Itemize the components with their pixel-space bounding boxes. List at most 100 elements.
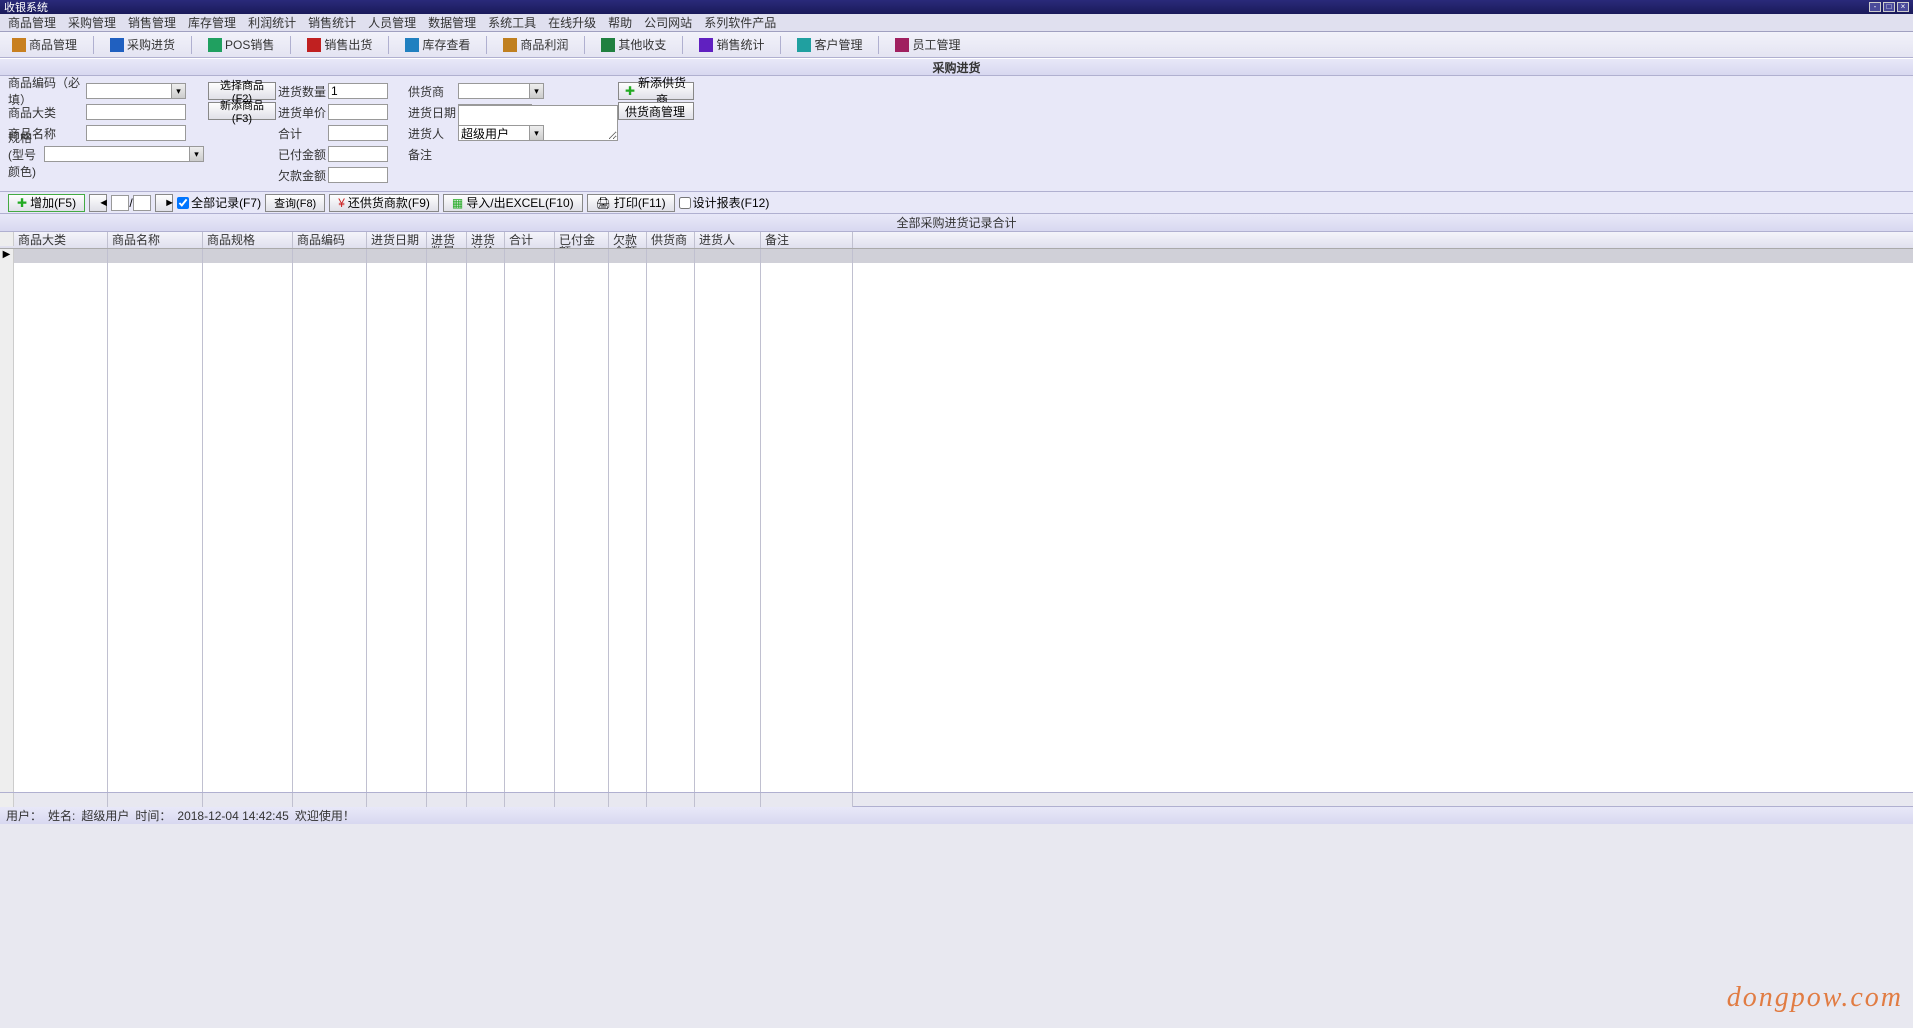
chk-all-records[interactable]: 全部记录(F7) bbox=[177, 194, 261, 211]
dropdown-icon[interactable]: ▾ bbox=[529, 126, 543, 140]
input-qty[interactable] bbox=[328, 83, 388, 99]
label-paid: 已付金额 bbox=[278, 146, 328, 163]
chk-design[interactable]: 设计报表(F12) bbox=[679, 194, 770, 211]
statusbar: 用户： 姓名: 超级用户 时间： 2018-12-04 14:42:45 欢迎使… bbox=[0, 806, 1913, 824]
btn-repay[interactable]: ¥还供货商款(F9) bbox=[329, 194, 439, 212]
col-header[interactable]: 商品编码 bbox=[293, 232, 367, 248]
col-header[interactable]: 进货数量 bbox=[427, 232, 467, 248]
tb-sale[interactable]: 销售出货 bbox=[301, 34, 378, 55]
titlebar: 收银系统 - □ × bbox=[0, 0, 1913, 14]
dropdown-icon[interactable]: ▾ bbox=[189, 147, 203, 161]
btn-supplier-mgr[interactable]: 供货商管理 bbox=[618, 102, 694, 120]
menu-item[interactable]: 商品管理 bbox=[2, 14, 62, 31]
input-spec[interactable] bbox=[44, 146, 204, 162]
label-total: 合计 bbox=[278, 125, 328, 142]
print-icon: 🖨 bbox=[596, 196, 611, 210]
col-header[interactable]: 进货人 bbox=[695, 232, 761, 248]
tb-customer[interactable]: 客户管理 bbox=[791, 34, 868, 55]
row-indicator-icon: ▶ bbox=[0, 249, 14, 263]
tb-stock[interactable]: 库存查看 bbox=[399, 34, 476, 55]
menu-item[interactable]: 销售管理 bbox=[122, 14, 182, 31]
tb-staff[interactable]: 员工管理 bbox=[889, 34, 966, 55]
btn-print[interactable]: 🖨打印(F11) bbox=[587, 194, 675, 212]
label-spec: 规格(型号颜色) bbox=[8, 129, 44, 180]
grid-body bbox=[0, 263, 1913, 792]
grid[interactable]: 商品大类 商品名称 商品规格 商品编码 进货日期 进货数量 进货单价 合计 已付… bbox=[0, 232, 1913, 792]
section-header-purchase: 采购进货 bbox=[0, 58, 1913, 76]
label-date: 进货日期 bbox=[408, 104, 458, 121]
input-price[interactable] bbox=[328, 104, 388, 120]
col-header[interactable]: 商品规格 bbox=[203, 232, 293, 248]
btn-nav-prev[interactable]: ◄ bbox=[89, 194, 107, 212]
tb-purchase[interactable]: 采购进货 bbox=[104, 34, 181, 55]
tb-product[interactable]: 商品管理 bbox=[6, 34, 83, 55]
menu-item[interactable]: 采购管理 bbox=[62, 14, 122, 31]
input-owe[interactable] bbox=[328, 167, 388, 183]
menu-item[interactable]: 帮助 bbox=[602, 14, 638, 31]
col-header[interactable]: 欠款金额 bbox=[609, 232, 647, 248]
other-icon bbox=[601, 38, 615, 52]
profit-icon bbox=[503, 38, 517, 52]
menu-item[interactable]: 利润统计 bbox=[242, 14, 302, 31]
menu-item[interactable]: 系统工具 bbox=[482, 14, 542, 31]
maximize-button[interactable]: □ bbox=[1883, 2, 1895, 12]
input-paid[interactable] bbox=[328, 146, 388, 162]
excel-icon: ▦ bbox=[452, 196, 463, 210]
tb-other[interactable]: 其他收支 bbox=[595, 34, 672, 55]
input-page[interactable] bbox=[111, 195, 129, 211]
input-name[interactable] bbox=[86, 125, 186, 141]
menu-item[interactable]: 公司网站 bbox=[638, 14, 698, 31]
btn-new-supplier[interactable]: ✚新添供货商 bbox=[618, 82, 694, 100]
label-cat: 商品大类 bbox=[8, 104, 86, 121]
col-header[interactable]: 商品名称 bbox=[108, 232, 203, 248]
menu-item[interactable]: 系列软件产品 bbox=[698, 14, 782, 31]
grid-header: 商品大类 商品名称 商品规格 商品编码 进货日期 进货数量 进货单价 合计 已付… bbox=[0, 232, 1913, 249]
btn-new-product[interactable]: 新添商品(F3) bbox=[208, 102, 276, 120]
menu-item[interactable]: 销售统计 bbox=[302, 14, 362, 31]
status-welcome: 欢迎使用！ bbox=[295, 807, 355, 824]
col-header[interactable]: 进货单价 bbox=[467, 232, 505, 248]
section-header-records: 全部采购进货记录合计 bbox=[0, 214, 1913, 232]
label-qty: 进货数量 bbox=[278, 83, 328, 100]
col-header[interactable]: 合计 bbox=[505, 232, 555, 248]
sale-icon bbox=[307, 38, 321, 52]
minimize-button[interactable]: - bbox=[1869, 2, 1881, 12]
col-header[interactable]: 已付金额 bbox=[555, 232, 609, 248]
menu-item[interactable]: 数据管理 bbox=[422, 14, 482, 31]
btn-add[interactable]: ✚增加(F5) bbox=[8, 194, 85, 212]
grid-current-row[interactable]: ▶ bbox=[0, 249, 1913, 263]
dropdown-icon[interactable]: ▾ bbox=[529, 84, 543, 98]
btn-query[interactable]: 查询(F8) bbox=[265, 194, 325, 212]
menu-item[interactable]: 在线升级 bbox=[542, 14, 602, 31]
col-header[interactable]: 备注 bbox=[761, 232, 853, 248]
btn-nav-next[interactable]: ► bbox=[155, 194, 173, 212]
menubar: 商品管理 采购管理 销售管理 库存管理 利润统计 销售统计 人员管理 数据管理 … bbox=[0, 14, 1913, 32]
label-supplier: 供货商 bbox=[408, 83, 458, 100]
input-cat[interactable] bbox=[86, 104, 186, 120]
col-header[interactable]: 供货商 bbox=[647, 232, 695, 248]
grid-sum-row bbox=[0, 792, 1913, 806]
label-owe: 欠款金额 bbox=[278, 167, 328, 184]
tb-stats[interactable]: 销售统计 bbox=[693, 34, 770, 55]
menu-item[interactable]: 人员管理 bbox=[362, 14, 422, 31]
col-header[interactable]: 商品大类 bbox=[14, 232, 108, 248]
status-time-value: 2018-12-04 14:42:45 bbox=[177, 809, 288, 823]
action-bar: ✚增加(F5) ◄ / ► 全部记录(F7) 查询(F8) ¥还供货商款(F9)… bbox=[0, 192, 1913, 214]
pos-icon bbox=[208, 38, 222, 52]
tb-profit[interactable]: 商品利润 bbox=[497, 34, 574, 55]
product-icon bbox=[12, 38, 26, 52]
form-panel: 商品编码（必填）▾ 商品大类 商品名称 规格(型号颜色)▾ 选择商品(F2) 新… bbox=[0, 76, 1913, 192]
status-name-value: 超级用户 bbox=[81, 807, 129, 824]
col-header[interactable]: 进货日期 bbox=[367, 232, 427, 248]
btn-excel[interactable]: ▦导入/出EXCEL(F10) bbox=[443, 194, 583, 212]
input-total[interactable] bbox=[328, 125, 388, 141]
input-page-total[interactable] bbox=[133, 195, 151, 211]
status-time-label: 时间： bbox=[135, 807, 171, 824]
close-button[interactable]: × bbox=[1897, 2, 1909, 12]
tb-pos[interactable]: POS销售 bbox=[202, 34, 280, 55]
dropdown-icon[interactable]: ▾ bbox=[171, 84, 185, 98]
toolbar: 商品管理 采购进货 POS销售 销售出货 库存查看 商品利润 其他收支 销售统计… bbox=[0, 32, 1913, 58]
plus-icon: ✚ bbox=[625, 84, 635, 98]
menu-item[interactable]: 库存管理 bbox=[182, 14, 242, 31]
stats-icon bbox=[699, 38, 713, 52]
